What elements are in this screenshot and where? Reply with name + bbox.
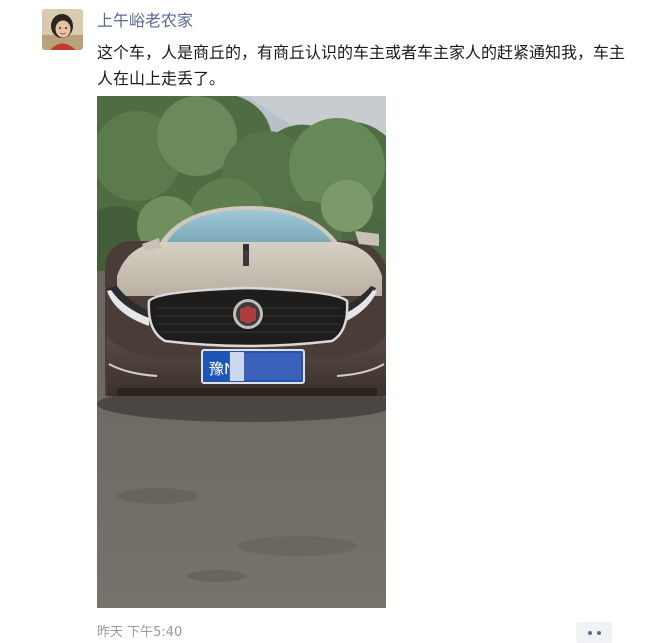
avatar[interactable] (42, 9, 83, 50)
more-dots-icon (596, 630, 601, 635)
more-button[interactable] (576, 622, 612, 643)
post-photo[interactable]: 豫N (97, 96, 386, 608)
post-text: 这个车，人是商丘的，有商丘认识的车主或者车主家人的赶紧通知我，车主人在山上走丢了… (97, 43, 626, 88)
moments-post: 上午峪老农家 这个车，人是商丘的，有商丘认识的车主或者车主家人的赶紧通知我，车主… (0, 0, 658, 643)
author-name[interactable]: 上午峪老农家 (97, 11, 193, 31)
more-dots-icon (587, 630, 592, 635)
post-time: 昨天 下午5:40 (97, 625, 183, 640)
